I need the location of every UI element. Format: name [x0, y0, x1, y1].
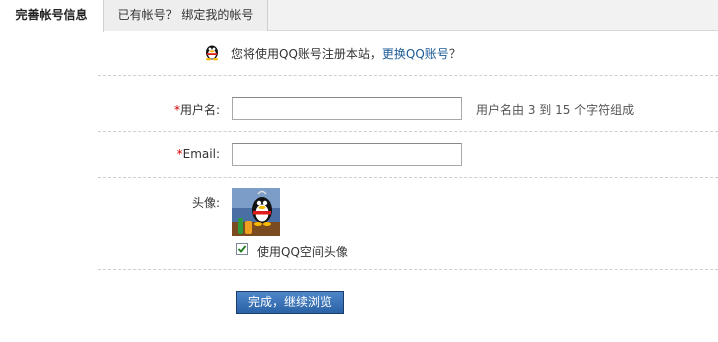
divider: [98, 131, 718, 132]
tab-bar: 完善帐号信息 已有帐号？ 绑定我的帐号: [0, 0, 718, 32]
divider: [98, 177, 718, 178]
use-qzone-avatar-checkbox[interactable]: [236, 243, 248, 255]
change-qq-account-link[interactable]: 更换QQ账号: [382, 47, 449, 61]
check-icon: [237, 245, 247, 253]
email-label: *Email:: [177, 147, 220, 161]
notice-suffix: ？: [448, 47, 461, 61]
tab-complete-account-info[interactable]: 完善帐号信息: [0, 0, 104, 32]
avatar-label: 头像:: [191, 196, 220, 210]
divider: [98, 269, 718, 270]
tab-bind-existing-account[interactable]: 已有帐号？ 绑定我的帐号: [104, 0, 268, 31]
username-label-text: 用户名:: [179, 103, 220, 117]
username-input[interactable]: [232, 97, 462, 120]
divider: [98, 75, 718, 76]
qq-register-notice: 您将使用QQ账号注册本站，更换QQ账号？: [231, 45, 461, 62]
qq-penguin-icon: [206, 45, 218, 61]
use-qzone-avatar-label[interactable]: 使用QQ空间头像: [257, 243, 348, 260]
notice-text: 您将使用QQ账号注册本站，: [231, 47, 382, 61]
email-label-text: Email:: [182, 147, 220, 161]
username-label: *用户名:: [174, 101, 220, 118]
email-input[interactable]: [232, 143, 462, 166]
username-hint: 用户名由 3 到 15 个字符组成: [476, 103, 635, 117]
avatar-image: [232, 188, 280, 236]
submit-continue-button[interactable]: 完成，继续浏览: [236, 291, 344, 314]
